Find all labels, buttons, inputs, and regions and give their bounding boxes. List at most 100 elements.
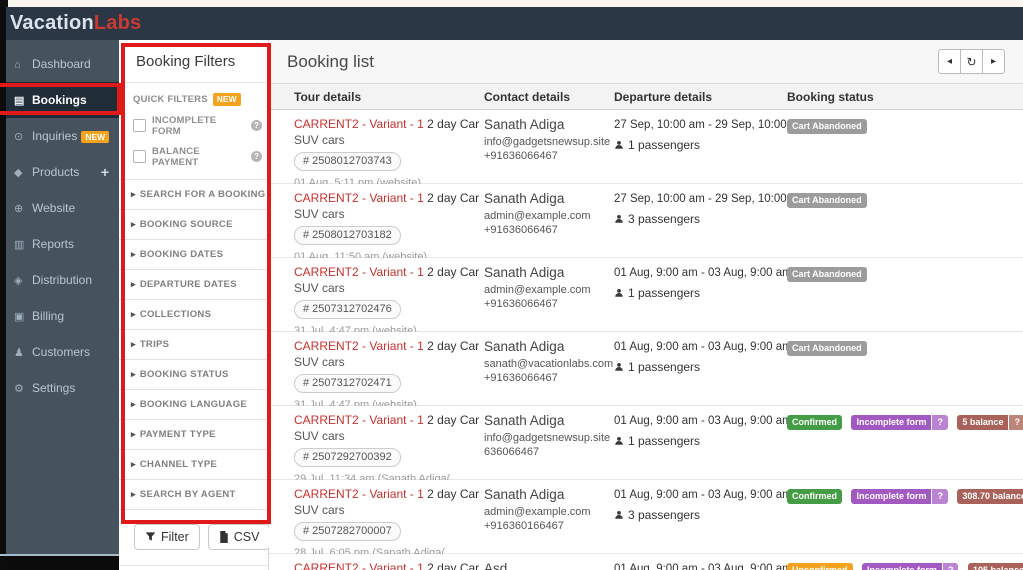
badge-help-icon[interactable]: ? — [1009, 415, 1023, 430]
badge-help-icon[interactable]: ? — [932, 489, 948, 504]
table-row[interactable]: CARRENT2 - Variant - 1 2 day Car Re… SUV… — [269, 258, 1023, 337]
logo-secondary: Labs — [93, 12, 142, 34]
page-title: Booking list — [287, 52, 374, 71]
filter-section-label: TRIPS — [139, 338, 170, 350]
filter-section-label: CHANNEL TYPE — [139, 458, 218, 470]
departure-dates: 01 Aug, 9:00 am - 03 Aug, 9:00 am — [614, 415, 792, 427]
passenger-icon — [615, 510, 623, 519]
passenger-icon — [615, 214, 623, 223]
table-row[interactable]: CARRENT2 - Variant - 1 2 day Car Re… SUV… — [269, 110, 1023, 189]
sidebar-item-inquiries[interactable]: ⊙ Inquiries NEW — [0, 118, 119, 154]
booking-id-badge: # 2508012703743 — [294, 152, 401, 172]
status-badge: Cart Abandoned — [787, 193, 867, 208]
badge-help-icon[interactable]: ? — [942, 563, 959, 570]
filter-section-search-booking[interactable]: SEARCH FOR A BOOKING — [119, 178, 268, 209]
filter-section-departure-dates[interactable]: DEPARTURE DATES — [119, 268, 268, 299]
tour-link[interactable]: CARRENT2 - Variant - 1 — [294, 561, 424, 570]
table-row[interactable]: CARRENT2 - Variant - 1 2 day Car Re… SUV… — [269, 332, 1023, 411]
departure-dates: 01 Aug, 9:00 am - 03 Aug, 9:00 am — [614, 341, 792, 353]
sidebar-item-website[interactable]: ⊕ Website — [0, 190, 119, 226]
filter-button[interactable]: Filter — [134, 523, 200, 550]
website-icon: ⊕ — [14, 203, 24, 215]
tour-link[interactable]: CARRENT2 - Variant - 1 — [294, 191, 424, 205]
tour-link[interactable]: CARRENT2 - Variant - 1 — [294, 117, 424, 131]
sidebar-item-distribution[interactable]: ◈ Distribution — [0, 262, 119, 298]
status-badge: Cart Abandoned — [787, 119, 867, 134]
caret-right-icon — [131, 309, 136, 319]
booking-id-badge: # 2507312702476 — [294, 300, 401, 320]
balance-badge: 308.70 balance — [957, 489, 1023, 504]
balance-payment-checkbox[interactable] — [133, 150, 146, 163]
filter-section-trips[interactable]: TRIPS — [119, 328, 268, 359]
status-badge: Incomplete form — [851, 415, 932, 430]
caret-right-icon — [131, 279, 136, 289]
contact-email: info@gadgetsnewsup.site — [484, 136, 611, 148]
table-row[interactable]: CARRENT2 - Variant - 1 2 day Car Re… SUV… — [269, 184, 1023, 263]
tour-link[interactable]: CARRENT2 - Variant - 1 — [294, 265, 424, 279]
booking-list-panel: Booking list ◂ ↻ ▸ Tour details Contact … — [269, 40, 1023, 570]
balance-badge: 105 balance — [967, 563, 1023, 570]
prev-page-button[interactable]: ◂ — [938, 49, 961, 74]
status-badge: Incomplete form — [851, 489, 932, 504]
tour-suffix: 2 day Car Re… — [427, 191, 480, 205]
filter-section-payment-type[interactable]: PAYMENT TYPE — [119, 418, 268, 449]
sidebar-item-billing[interactable]: ▣ Billing — [0, 298, 119, 334]
tour-link[interactable]: CARRENT2 - Variant - 1 — [294, 339, 424, 353]
passenger-icon — [615, 288, 623, 297]
contact-name: Sanath Adiga — [484, 265, 565, 280]
csv-button-label: CSV — [233, 529, 260, 544]
tour-suffix: 2 day Car Re… — [427, 339, 480, 353]
help-icon[interactable] — [251, 120, 262, 131]
refresh-button[interactable]: ↻ — [960, 49, 983, 74]
tour-category: SUV cars — [294, 429, 345, 443]
customers-icon: ♟ — [14, 347, 24, 359]
table-header: Tour details Contact details Departure d… — [269, 84, 1023, 110]
passenger-count: 3 passengers — [628, 212, 701, 226]
tour-link[interactable]: CARRENT2 - Variant - 1 — [294, 487, 424, 501]
contact-name: Asd — [484, 561, 508, 570]
tour-link[interactable]: CARRENT2 - Variant - 1 — [294, 413, 424, 427]
caret-right-icon — [131, 189, 136, 199]
table-row[interactable]: CARRENT2 - Variant - 1 2 day Car Re… Asd… — [269, 554, 1023, 570]
filter-section-booking-status[interactable]: BOOKING STATUS — [119, 358, 268, 389]
filter-section-search-by-agent[interactable]: SEARCH BY AGENT — [119, 478, 268, 509]
quick-filters-label: QUICK FILTERS — [133, 93, 208, 105]
contact-email: admin@example.com — [484, 284, 591, 296]
filter-section-label: BOOKING STATUS — [139, 368, 229, 380]
filter-section-booking-language[interactable]: BOOKING LANGUAGE — [119, 388, 268, 419]
balance-badge: 5 balance — [957, 415, 1009, 430]
next-page-button[interactable]: ▸ — [982, 49, 1005, 74]
contact-phone: +91636066467 — [484, 224, 558, 236]
help-icon[interactable] — [251, 151, 262, 162]
filter-section-label: BOOKING DATES — [139, 248, 224, 260]
caret-right-icon — [131, 249, 136, 259]
sidebar-item-dashboard[interactable]: ⌂ Dashboard — [0, 46, 119, 82]
column-header-tour: Tour details — [294, 90, 362, 104]
sidebar-item-label: Products — [32, 165, 80, 179]
csv-button[interactable]: CSV — [207, 523, 271, 550]
filter-section-collections[interactable]: COLLECTIONS — [119, 298, 268, 329]
sidebar-item-settings[interactable]: ⚙ Settings — [0, 370, 119, 406]
sidebar-item-customers[interactable]: ♟ Customers — [0, 334, 119, 370]
next-icon: ▸ — [990, 56, 997, 67]
filter-section-booking-source[interactable]: BOOKING SOURCE — [119, 208, 268, 239]
table-row[interactable]: CARRENT2 - Variant - 1 2 day Car Re… SUV… — [269, 406, 1023, 485]
contact-name: Sanath Adiga — [484, 191, 565, 206]
filter-section-channel-type[interactable]: CHANNEL TYPE — [119, 448, 268, 479]
caret-right-icon — [131, 459, 136, 469]
plus-icon[interactable]: + — [101, 154, 109, 190]
filters-title: Booking Filters — [136, 53, 236, 70]
contact-name: Sanath Adiga — [484, 487, 565, 502]
filter-section-label: BOOKING SOURCE — [139, 218, 233, 230]
departure-dates: 01 Aug, 9:00 am - 03 Aug, 9:00 am — [614, 489, 792, 501]
funnel-icon — [145, 532, 156, 541]
table-row[interactable]: CARRENT2 - Variant - 1 2 day Car Re… SUV… — [269, 480, 1023, 559]
sidebar-bottom-line — [0, 554, 119, 556]
badge-help-icon[interactable]: ? — [932, 415, 948, 430]
tour-category: SUV cars — [294, 207, 345, 221]
incomplete-form-checkbox[interactable] — [133, 119, 146, 132]
sidebar-item-reports[interactable]: ▥ Reports — [0, 226, 119, 262]
sidebar-item-bookings[interactable]: ▤ Bookings — [0, 82, 119, 118]
filter-section-booking-dates[interactable]: BOOKING DATES — [119, 238, 268, 269]
sidebar-item-products[interactable]: ◆ Products + — [0, 154, 119, 190]
